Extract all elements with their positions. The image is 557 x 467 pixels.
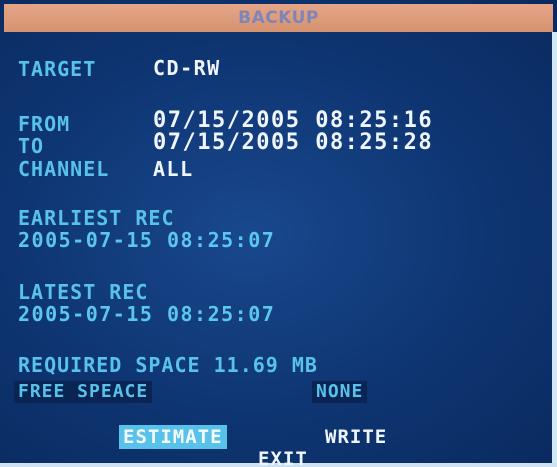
free-space-label: FREE SPEACE xyxy=(14,381,153,403)
earliest-rec-value: 2005-07-15 08:25:07 xyxy=(18,228,276,252)
from-label: FROM xyxy=(18,112,71,136)
target-label: TARGET xyxy=(18,57,97,81)
page-title: BACKUP xyxy=(238,8,319,28)
channel-label: CHANNEL xyxy=(18,157,110,181)
earliest-rec-label: EARLIEST REC xyxy=(18,206,175,230)
exit-button[interactable]: EXIT xyxy=(258,447,308,467)
write-button[interactable]: WRITE xyxy=(325,425,387,449)
latest-rec-label: LATEST REC xyxy=(18,280,149,304)
screen-border-right xyxy=(552,32,557,467)
estimate-button[interactable]: ESTIMATE xyxy=(119,425,227,449)
channel-value[interactable]: ALL xyxy=(153,158,194,180)
title-bar: BACKUP xyxy=(4,4,553,32)
required-space-text: REQUIRED SPACE 11.69 MB xyxy=(18,353,318,377)
to-value[interactable]: 07/15/2005 08:25:28 xyxy=(153,132,433,154)
latest-rec-value: 2005-07-15 08:25:07 xyxy=(18,302,276,326)
target-value[interactable]: CD-RW xyxy=(153,57,221,79)
backup-screen: BACKUP TARGET CD-RW FROM 07/15/2005 08:2… xyxy=(0,0,557,467)
from-value[interactable]: 07/15/2005 08:25:16 xyxy=(153,110,433,132)
free-space-value: NONE xyxy=(312,381,368,403)
to-label: TO xyxy=(18,134,45,158)
